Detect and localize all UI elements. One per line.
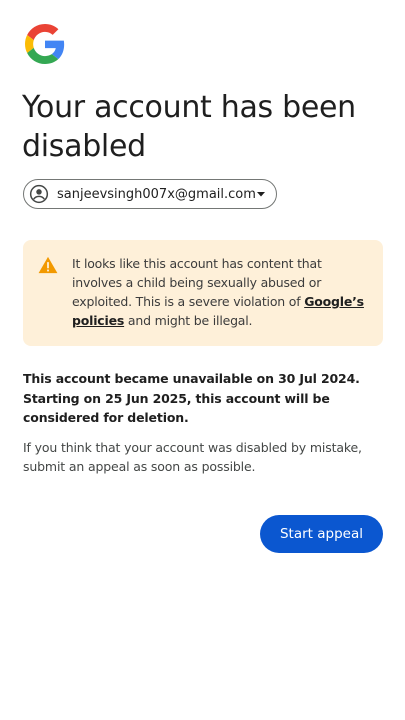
account-switcher[interactable]: sanjeevsingh007x@gmail.com: [23, 179, 277, 209]
warning-banner: It looks like this account has content t…: [23, 240, 383, 346]
warning-triangle-icon: [38, 256, 58, 274]
appeal-instructions: If you think that your account was disab…: [23, 440, 362, 474]
account-circle-icon: [29, 184, 49, 204]
account-disabled-page: Your account has been disabled sanjeevsi…: [0, 0, 405, 720]
start-appeal-button[interactable]: Start appeal: [260, 515, 383, 553]
warning-text-before-link: It looks like this account has content t…: [72, 256, 322, 309]
page-title: Your account has been disabled: [22, 90, 356, 164]
google-g-logo-icon: [25, 24, 65, 64]
warning-message: It looks like this account has content t…: [72, 254, 372, 330]
warning-text-after-link: and might be illegal.: [124, 313, 253, 328]
account-email: sanjeevsingh007x@gmail.com: [57, 186, 256, 202]
account-status-message: This account became unavailable on 30 Ju…: [23, 371, 360, 425]
caret-down-icon: [256, 192, 265, 197]
